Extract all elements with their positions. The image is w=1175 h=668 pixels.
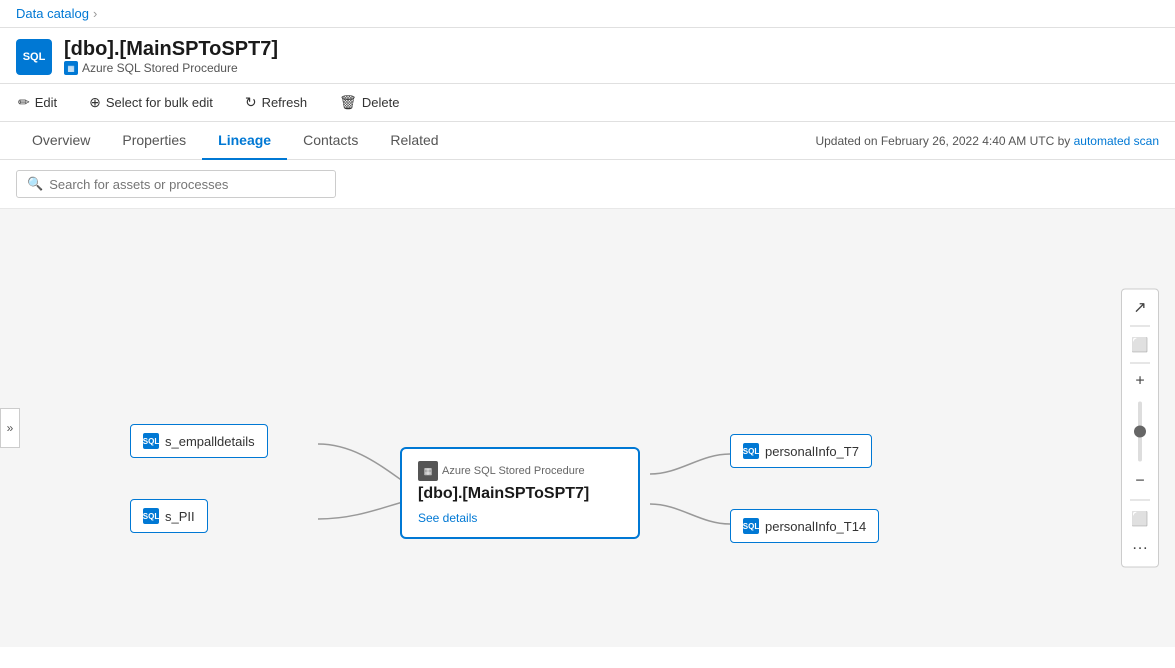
asset-subtitle: ▦ Azure SQL Stored Procedure [64, 61, 278, 75]
sql-node-icon-2: SQL [143, 508, 159, 524]
expand-button[interactable]: ↗ [1126, 294, 1154, 322]
asset-title-block: [dbo].[MainSPToSPT7] ▦ Azure SQL Stored … [64, 38, 278, 75]
asset-subtitle-text: Azure SQL Stored Procedure [82, 61, 238, 75]
tab-overview[interactable]: Overview [16, 122, 106, 160]
updated-info: Updated on February 26, 2022 4:40 AM UTC… [815, 134, 1159, 148]
zoom-divider-2 [1130, 363, 1150, 364]
sql-node-icon-1: SQL [143, 433, 159, 449]
sql-icon: SQL [16, 39, 52, 75]
asset-title: [dbo].[MainSPToSPT7] [64, 38, 278, 61]
delete-button[interactable]: 🗑 Delete [333, 90, 405, 115]
more-options-button[interactable]: ··· [1126, 535, 1154, 563]
bulk-edit-button[interactable]: ⊕ Select for bulk edit [83, 90, 219, 115]
asset-type-icon: ▦ [64, 61, 78, 75]
toolbar: ✏ Edit ⊕ Select for bulk edit ↻ Refresh … [0, 84, 1175, 122]
target-node-2[interactable]: SQL personalInfo_T14 [730, 509, 879, 543]
target-node-1-label: personalInfo_T7 [765, 444, 859, 459]
minus-icon: − [1135, 473, 1144, 491]
more-icon: ··· [1132, 540, 1148, 558]
breadcrumb: Data catalog › [0, 0, 1175, 28]
fit-view-button[interactable]: ⬜ [1126, 331, 1154, 359]
zoom-controls: ↗ ⬜ + − ⬜ ··· [1121, 289, 1159, 568]
tab-lineage[interactable]: Lineage [202, 122, 287, 160]
fit-view-button-2[interactable]: ⬜ [1126, 505, 1154, 533]
source-node-1-label: s_empalldetails [165, 434, 255, 449]
zoom-divider-1 [1130, 326, 1150, 327]
target-node-1[interactable]: SQL personalInfo_T7 [730, 434, 872, 468]
refresh-button[interactable]: ↻ Refresh [239, 90, 313, 115]
sql-node-icon-4: SQL [743, 518, 759, 534]
target-node-2-label: personalInfo_T14 [765, 519, 866, 534]
proc-node-title: [dbo].[MainSPToSPT7] [418, 485, 622, 503]
search-input[interactable] [49, 177, 325, 192]
fit-icon: ⬜ [1131, 336, 1148, 353]
tabs-bar: Overview Properties Lineage Contacts Rel… [0, 122, 1175, 160]
breadcrumb-separator: › [93, 6, 97, 21]
source-node-2[interactable]: SQL s_PII [130, 499, 208, 533]
tab-properties[interactable]: Properties [106, 122, 202, 160]
tab-contacts[interactable]: Contacts [287, 122, 374, 160]
asset-header: SQL [dbo].[MainSPToSPT7] ▦ Azure SQL Sto… [0, 28, 1175, 84]
main-proc-node[interactable]: ▦ Azure SQL Stored Procedure [dbo].[Main… [400, 447, 640, 539]
collapse-panel-button[interactable]: » [0, 408, 20, 448]
search-input-wrap: 🔍 [16, 170, 336, 198]
sql-node-icon-3: SQL [743, 443, 759, 459]
source-node-2-label: s_PII [165, 509, 195, 524]
zoom-out-button[interactable]: − [1126, 468, 1154, 496]
breadcrumb-link[interactable]: Data catalog [16, 6, 89, 21]
source-node-1[interactable]: SQL s_empalldetails [130, 424, 268, 458]
search-bar-area: 🔍 [0, 160, 1175, 209]
proc-node-details-link[interactable]: See details [418, 511, 622, 525]
tabs-list: Overview Properties Lineage Contacts Rel… [16, 122, 455, 159]
lineage-canvas: » SQL s_empalldetails SQL s_PII ▦ Azure … [0, 209, 1175, 647]
expand-icon: ↗ [1133, 298, 1146, 318]
updated-by-link[interactable]: automated scan [1074, 134, 1159, 148]
zoom-slider-thumb[interactable] [1134, 426, 1146, 438]
zoom-slider-track[interactable] [1138, 402, 1142, 462]
zoom-divider-3 [1130, 500, 1150, 501]
delete-icon: 🗑 [339, 94, 357, 111]
proc-icon: ▦ [418, 461, 438, 481]
edit-button[interactable]: ✏ Edit [12, 90, 63, 115]
plus-circle-icon: ⊕ [89, 94, 101, 111]
proc-node-subtitle: ▦ Azure SQL Stored Procedure [418, 461, 622, 481]
refresh-icon: ↻ [245, 94, 257, 111]
tab-related[interactable]: Related [374, 122, 454, 160]
search-icon: 🔍 [27, 176, 43, 192]
edit-icon: ✏ [18, 94, 30, 111]
plus-icon: + [1135, 373, 1144, 391]
zoom-in-button[interactable]: + [1126, 368, 1154, 396]
fit2-icon: ⬜ [1131, 510, 1148, 527]
